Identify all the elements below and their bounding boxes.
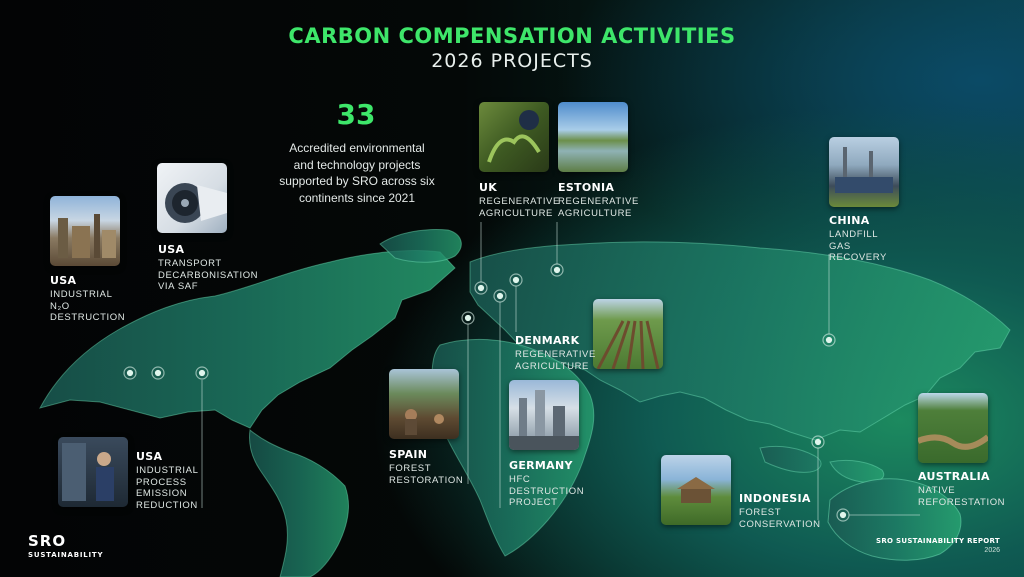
crop-rows-photo-icon [593,299,663,369]
river-forest-photo-icon [918,393,988,463]
report-title: SRO SUSTAINABILITY REPORT [875,537,1000,545]
project-description: LANDFILL GAS RECOVERY [829,229,887,263]
project-country: GERMANY [509,459,573,472]
project-description: FOREST RESTORATION [389,463,464,486]
factory-photo-icon [50,196,120,266]
project-description: INDUSTRIAL PROCESS EMISSION REDUCTION [136,465,199,511]
project-usa-n2o: USA INDUSTRIAL N₂O DESTRUCTION [50,274,130,324]
project-description: REGENERATIVE AGRICULTURE [479,196,560,219]
hut-photo-icon [661,455,731,525]
page-title: CARBON COMPENSATION ACTIVITIES [288,24,736,48]
south-america-landmass [249,429,349,577]
project-usa-saf: USA TRANSPORT DECARBONISATION VIA SAF [158,243,258,293]
report-footer: SRO SUSTAINABILITY REPORT 2026 [876,537,1000,554]
gas-plant-photo-icon [829,137,899,207]
logo-subtext: SUSTAINABILITY [28,551,104,559]
sro-logo: SRO SUSTAINABILITY [28,532,103,559]
project-country: USA [50,274,77,287]
project-description: INDUSTRIAL N₂O DESTRUCTION [50,289,126,323]
project-description: REGENERATIVE AGRICULTURE [515,349,596,372]
jet-engine-photo-icon [157,163,227,233]
report-year: 2026 [984,547,1000,554]
project-country: USA [136,450,163,463]
project-country: ESTONIA [558,181,615,194]
logo-text: SRO [28,532,67,550]
project-denmark: DENMARK REGENERATIVE AGRICULTURE [515,334,596,372]
project-description: REGENERATIVE AGRICULTURE [558,196,639,219]
plant-facility-photo-icon [509,380,579,450]
project-country: INDONESIA [739,492,811,505]
project-country: CHINA [829,214,870,227]
project-country: USA [158,243,185,256]
wetland-photo-icon [558,102,628,172]
project-indonesia: INDONESIA FOREST CONSERVATION [739,492,821,530]
pin-spain [461,311,475,325]
project-description: FOREST CONSERVATION [739,507,821,530]
technician-photo-icon [58,437,128,507]
project-count-description: Accredited environmental and technology … [279,141,435,205]
project-description: NATIVE REFORESTATION [918,485,1006,508]
project-country: DENMARK [515,334,580,347]
project-estonia: ESTONIA REGENERATIVE AGRICULTURE [558,181,639,219]
plants-photo-icon [479,102,549,172]
project-china: CHINA LANDFILL GAS RECOVERY [829,214,901,264]
project-count: 33 [336,98,376,131]
forest-planting-photo-icon [389,369,459,439]
project-country: UK [479,181,498,194]
project-spain: SPAIN FOREST RESTORATION [389,448,469,486]
project-country: AUSTRALIA [918,470,990,483]
project-description: TRANSPORT DECARBONISATION VIA SAF [158,258,259,292]
project-germany: GERMANY HFC DESTRUCTION PROJECT [509,459,587,509]
project-description: HFC DESTRUCTION PROJECT [509,474,585,508]
page-subtitle: 2026 PROJECTS [431,50,593,72]
project-country: SPAIN [389,448,428,461]
project-uk: UK REGENERATIVE AGRICULTURE [479,181,560,219]
southeast-asia-islands [759,445,885,483]
project-usa-process: USA INDUSTRIAL PROCESS EMISSION REDUCTIO… [136,450,200,511]
project-australia: AUSTRALIA NATIVE REFORESTATION [918,470,1008,508]
